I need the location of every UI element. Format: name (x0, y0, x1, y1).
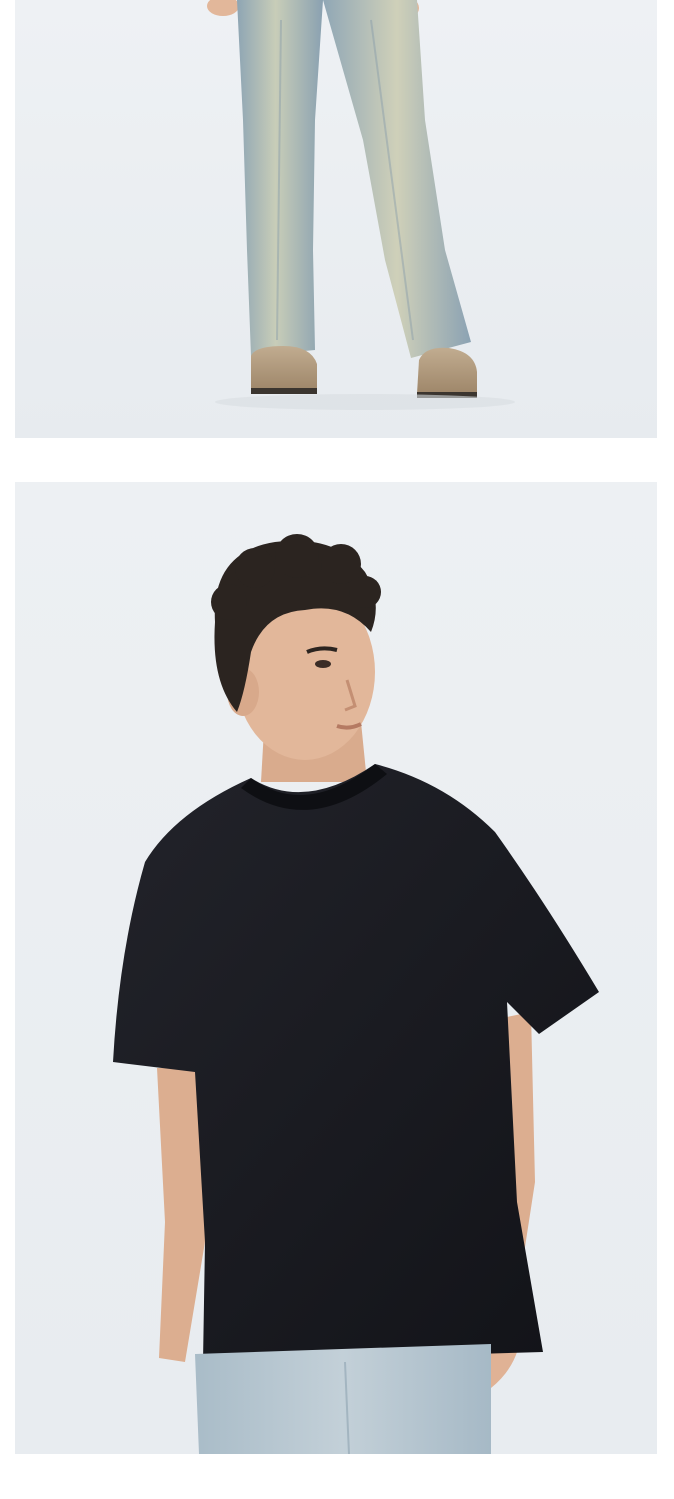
model-tshirt-illustration (15, 482, 657, 1454)
model-tshirt-photo (15, 482, 657, 1454)
backdrop (15, 0, 657, 438)
jeans-legs-photo (15, 0, 657, 438)
jeans-legs-illustration (15, 0, 657, 438)
left-shoe (251, 346, 317, 394)
product-detail-page (0, 0, 674, 1499)
jeans (195, 1344, 491, 1454)
